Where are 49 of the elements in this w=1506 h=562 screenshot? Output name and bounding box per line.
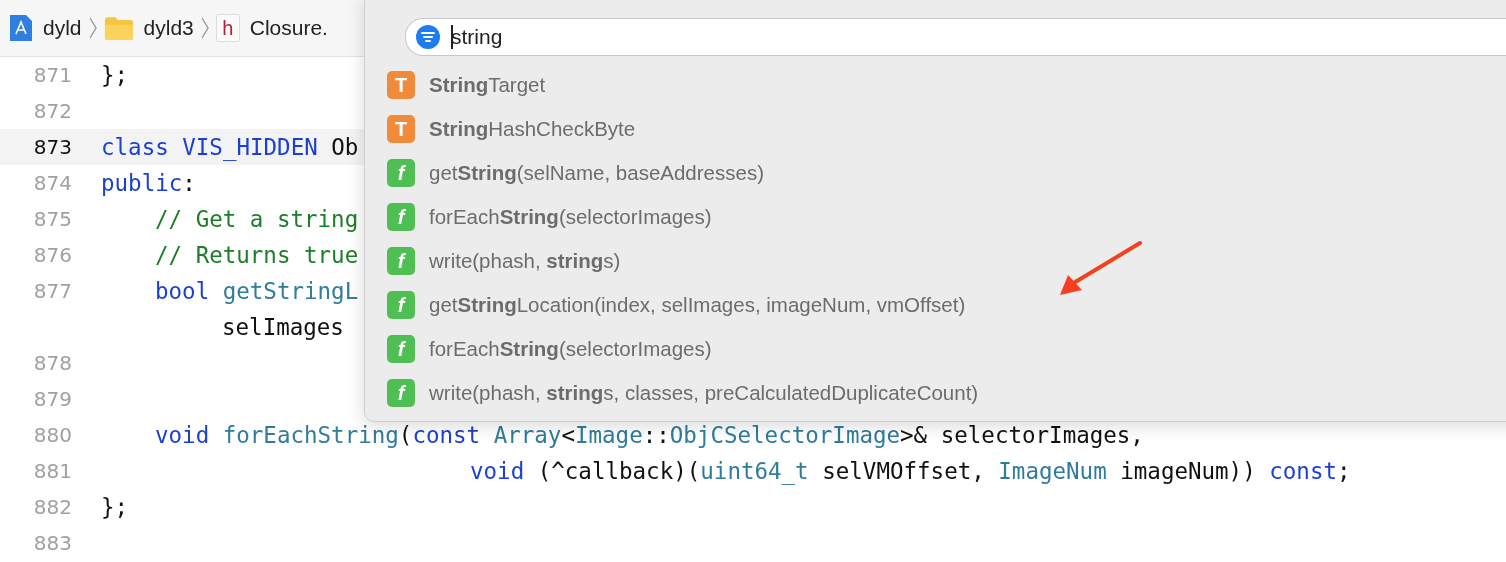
completion-item[interactable]: f getStringLocation(index, selImages, imageNum, vmOffset)	[387, 283, 979, 327]
breadcrumb-item[interactable]: dyld3	[103, 15, 194, 41]
code-line: };	[101, 62, 129, 88]
folder-icon	[103, 15, 134, 41]
line-number: 881	[32, 458, 72, 485]
line-number: 872	[32, 98, 72, 125]
code-line: void forEachString(const Array<Image::ObjCSelectorImage>& selectorImages,	[155, 422, 1144, 448]
chevron-icon	[199, 16, 210, 40]
code-line: // Get a string	[155, 206, 359, 232]
line-number: 878	[32, 350, 72, 377]
line-number: 875	[32, 206, 72, 233]
code-line: // Returns true	[155, 242, 359, 268]
type-badge-icon: T	[387, 115, 415, 143]
function-badge-icon: f	[387, 247, 415, 275]
code-line: class VIS_HIDDEN Ob	[101, 134, 359, 160]
line-number: 880	[32, 422, 72, 449]
line-number: 882	[32, 494, 72, 521]
line-number: 877	[32, 278, 72, 305]
line-number: 873	[32, 134, 72, 161]
completion-item[interactable]: T StringHashCheckByte	[387, 107, 979, 151]
function-badge-icon: f	[387, 335, 415, 363]
code-line: };	[101, 494, 129, 520]
function-badge-icon: f	[387, 379, 415, 407]
completion-item[interactable]: f forEachString(selectorImages)	[387, 327, 979, 371]
type-badge-icon: T	[387, 71, 415, 99]
breadcrumb-item[interactable]: dyld	[9, 14, 82, 42]
code-line: bool getStringL	[155, 278, 359, 304]
project-icon	[9, 14, 33, 42]
function-badge-icon: f	[387, 159, 415, 187]
code-line: void (^callback)(uint64_t selVMOffset, ImageNum imageNum)) const;	[470, 458, 1351, 484]
completion-item[interactable]: f write(phash, strings)	[387, 239, 979, 283]
chevron-icon	[87, 16, 98, 40]
header-file-icon: h	[215, 14, 240, 42]
completion-item[interactable]: f getString(selName, baseAddresses)	[387, 151, 979, 195]
code-line: public:	[101, 170, 196, 196]
completion-item[interactable]: T StringTarget	[387, 63, 979, 107]
search-field[interactable]: string	[405, 18, 1506, 56]
filter-icon	[416, 25, 440, 49]
line-number: 879	[32, 386, 72, 413]
breadcrumb-item[interactable]: h Closure.	[215, 14, 328, 42]
function-badge-icon: f	[387, 203, 415, 231]
line-number: 883	[32, 530, 72, 557]
completion-item[interactable]: f forEachString(selectorImages)	[387, 195, 979, 239]
function-badge-icon: f	[387, 291, 415, 319]
line-number: 876	[32, 242, 72, 269]
completion-item[interactable]: f write(phash, strings, classes, preCalculatedDuplicateCount)	[387, 371, 979, 415]
line-number: 871	[32, 62, 72, 89]
line-number: 874	[32, 170, 72, 197]
code-line: selImages	[222, 314, 344, 340]
